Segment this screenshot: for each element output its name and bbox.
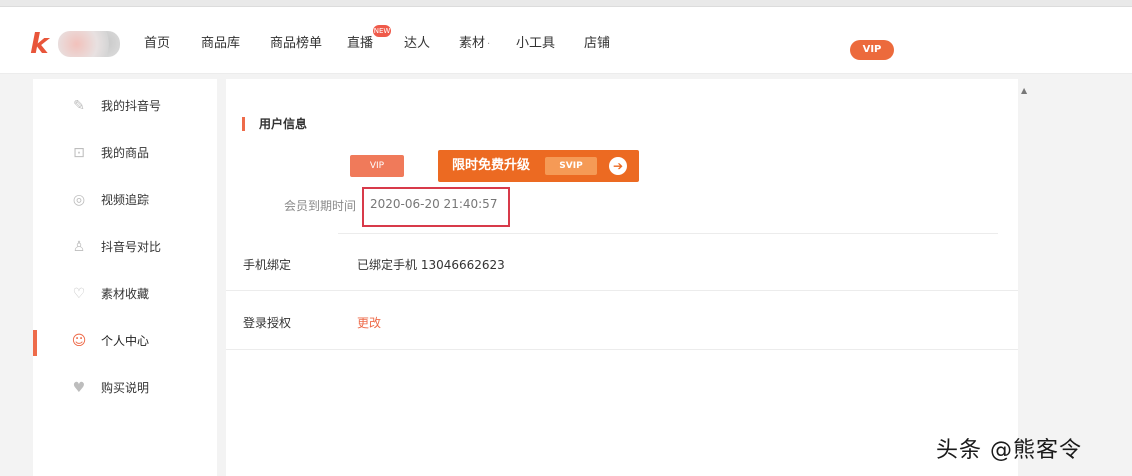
sidebar-item-label: 视频追踪 — [101, 193, 150, 207]
change-link[interactable]: 更改 — [357, 314, 381, 331]
member-level-tag: VIP — [350, 155, 404, 177]
sidebar-item-material-favorites[interactable]: ♡ 素材收藏 — [33, 271, 217, 317]
bookmarks-bar — [0, 0, 1132, 7]
new-badge: NEW — [373, 25, 391, 37]
phone-value: 已绑定手机 13046662623 — [357, 258, 505, 272]
nav-item-home[interactable]: 首页 — [144, 29, 170, 59]
active-indicator — [33, 330, 37, 356]
nav-item-influencer[interactable]: 达人 — [404, 29, 430, 59]
arrow-right-icon: ➔ — [609, 157, 627, 175]
nav-item-tools[interactable]: 小工具 — [516, 29, 555, 59]
sidebar-item-personal-center[interactable]: ☺ 个人中心 — [33, 318, 217, 364]
bind-label: 登录授权 — [243, 316, 292, 330]
divider — [226, 290, 1018, 291]
pen-icon: ✎ — [73, 98, 85, 114]
sidebar-item-account-compare[interactable]: ♙ 抖音号对比 — [33, 224, 217, 270]
svip-chip: SVIP — [545, 157, 597, 175]
phone-label: 手机绑定 — [243, 258, 292, 272]
logo-mark: k — [30, 27, 49, 60]
heart-outline-icon: ♡ — [72, 286, 86, 302]
sidebar-item-label: 我的商品 — [101, 146, 150, 160]
logo-blurred-text — [58, 31, 120, 57]
sidebar-item-video-tracking[interactable]: ◎ 视频追踪 — [33, 177, 217, 223]
nav-item-material[interactable]: 素材 · — [459, 29, 490, 59]
site-logo[interactable]: k — [30, 27, 122, 63]
section-title: 用户信息 — [259, 117, 308, 131]
nav-item-product-library[interactable]: 商品库 — [201, 29, 240, 59]
sidebar-item-purchase-info[interactable]: ♥ 购买说明 — [33, 365, 217, 411]
section-accent-bar — [242, 117, 245, 131]
nav-item-live[interactable]: 直播 — [347, 29, 373, 59]
sidebar-item-label: 素材收藏 — [101, 287, 150, 301]
sidebar-item-label: 个人中心 — [101, 334, 150, 348]
vip-button[interactable]: VIP — [850, 40, 894, 60]
nav-item-product-ranking[interactable]: 商品榜单 — [270, 29, 322, 59]
heart-icon: ♥ — [72, 380, 86, 396]
target-icon: ◎ — [72, 192, 86, 208]
divider — [226, 349, 1018, 350]
top-navigation: k 首页 商品库 商品榜单 直播 NEW 达人 素材 · 小工具 店铺 VIP — [0, 7, 1132, 74]
scroll-up-icon[interactable]: ▲ — [1021, 86, 1027, 95]
sidebar-item-label: 购买说明 — [101, 381, 150, 395]
chevron-down-icon: · — [487, 39, 491, 50]
highlight-box — [362, 187, 510, 227]
sidebar-item-my-douyin[interactable]: ✎ 我的抖音号 — [33, 83, 217, 129]
upgrade-text: 限时免费升级 — [452, 158, 531, 173]
sidebar: ✎ 我的抖音号 ⊡ 我的商品 ◎ 视频追踪 ♙ 抖音号对比 ♡ 素材收藏 ☺ 个… — [33, 79, 217, 476]
box-icon: ⊡ — [73, 145, 85, 161]
person-icon: ☺ — [71, 333, 87, 349]
sidebar-item-my-products[interactable]: ⊡ 我的商品 — [33, 130, 217, 176]
user-icon: ♙ — [72, 239, 86, 255]
main-panel: 用户信息 VIP 限时免费升级 SVIP ➔ 会员到期时间 2020-06-20… — [226, 79, 1018, 476]
sidebar-item-label: 我的抖音号 — [101, 99, 162, 113]
divider — [338, 233, 998, 234]
upgrade-button[interactable]: 限时免费升级 SVIP ➔ — [438, 150, 639, 182]
nav-item-store[interactable]: 店铺 — [584, 29, 610, 59]
nav-item-material-label: 素材 — [459, 36, 486, 51]
watermark: 头条 @熊客令 — [936, 438, 1082, 463]
sidebar-item-label: 抖音号对比 — [101, 240, 162, 254]
expire-label: 会员到期时间 — [284, 199, 357, 213]
